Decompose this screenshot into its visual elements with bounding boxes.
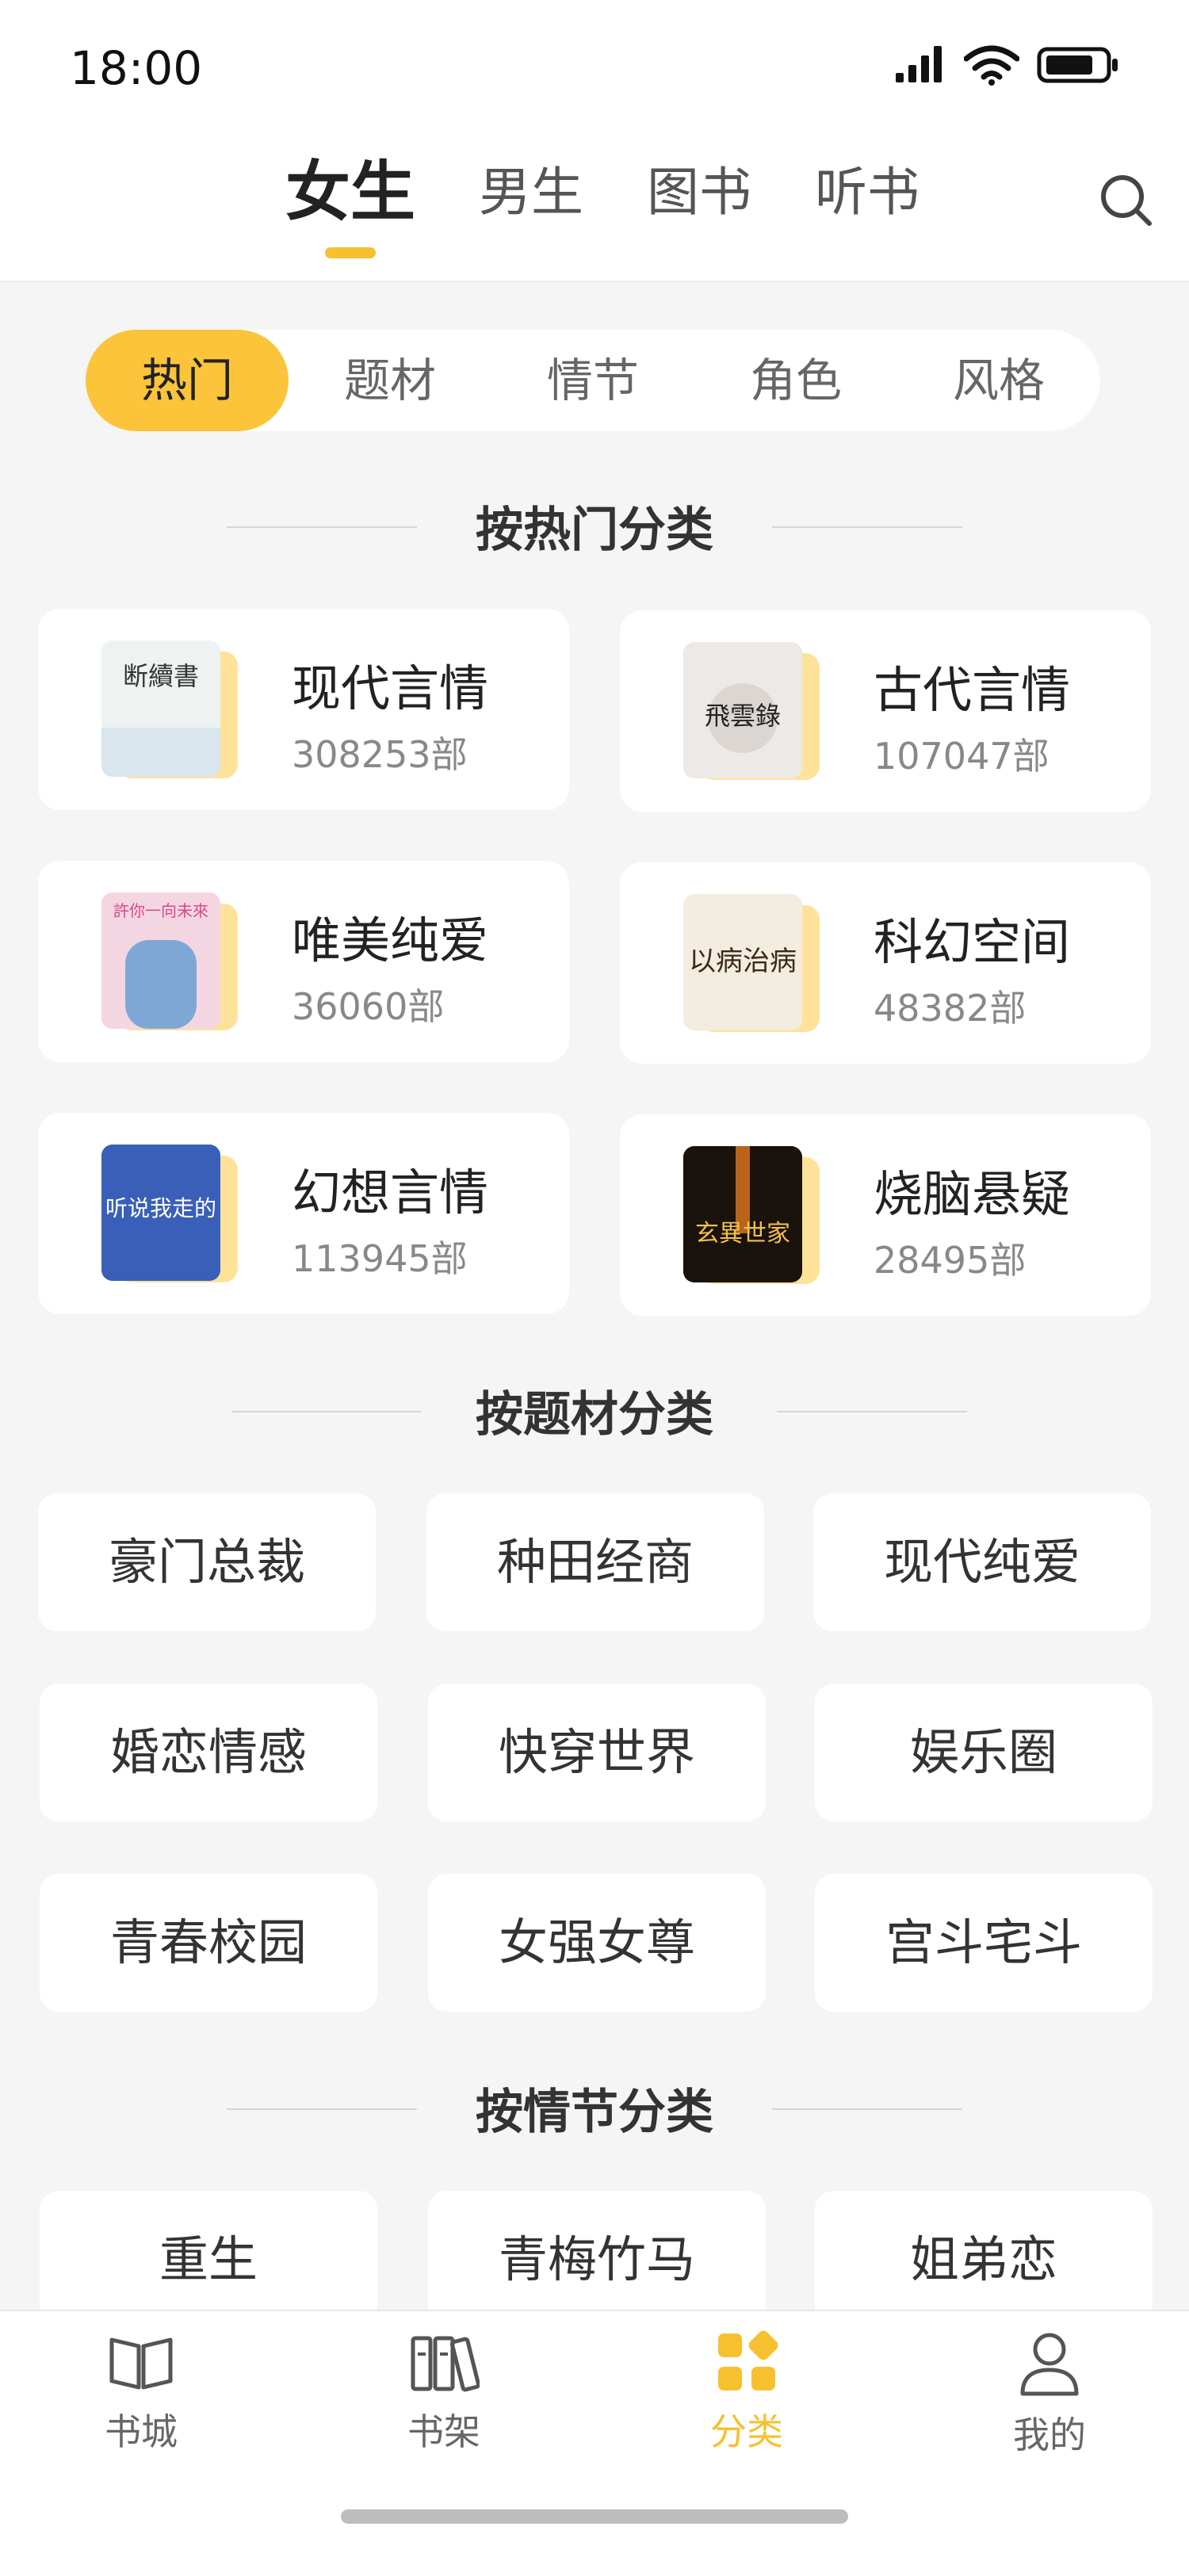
category-name: 古代言情 bbox=[874, 661, 1071, 719]
category-name: 现代言情 bbox=[292, 659, 489, 717]
theme-chip[interactable]: 娱乐圈 bbox=[815, 1684, 1153, 1821]
category-count: 113945部 bbox=[292, 1237, 468, 1280]
theme-chip[interactable]: 豪门总裁 bbox=[38, 1493, 376, 1631]
top-header: 女生 男生 图书 听书 bbox=[0, 135, 1189, 282]
book-cover: 許你一向未來 bbox=[101, 892, 220, 1029]
hot-category-card[interactable]: 許你一向未來 唯美纯爱 36060部 bbox=[38, 861, 569, 1062]
theme-chip[interactable]: 宫斗宅斗 bbox=[815, 1874, 1153, 2012]
nav-label: 书城 bbox=[105, 2410, 178, 2453]
nav-bookshelf[interactable]: 书架 bbox=[365, 2330, 523, 2456]
profile-icon bbox=[1020, 2333, 1079, 2396]
theme-chip[interactable]: 种田经商 bbox=[426, 1493, 764, 1631]
hot-category-card[interactable]: 飛雲錄 古代言情 107047部 bbox=[620, 610, 1151, 812]
plot-chip[interactable]: 重生 bbox=[40, 2191, 377, 2329]
hot-category-card[interactable]: 听说我走的 幻想言情 113945部 bbox=[38, 1113, 569, 1314]
book-cover: 断續書 bbox=[101, 640, 220, 777]
nav-label: 我的 bbox=[1013, 2414, 1086, 2456]
status-bar: 18:00 bbox=[0, 0, 1189, 135]
category-name: 唯美纯爱 bbox=[292, 912, 489, 969]
filter-segmented-control: 热门 题材 情节 角色 风格 bbox=[86, 330, 1100, 431]
category-name: 幻想言情 bbox=[292, 1164, 489, 1221]
category-count: 308253部 bbox=[292, 733, 468, 776]
section-title-hot-label: 按热门分类 bbox=[476, 503, 713, 558]
category-icon bbox=[718, 2330, 778, 2391]
tab-audio[interactable]: 听书 bbox=[815, 157, 919, 228]
nav-category[interactable]: 分类 bbox=[667, 2330, 826, 2456]
section-title-hot: 按热门分类 bbox=[0, 491, 1189, 560]
nav-label: 书架 bbox=[407, 2410, 480, 2453]
section-title-plot-label: 按情节分类 bbox=[476, 2085, 713, 2140]
cover-wrap: 玄異世家 bbox=[683, 1146, 820, 1287]
hot-category-card[interactable]: 断續書 现代言情 308253部 bbox=[38, 609, 569, 810]
status-icons bbox=[894, 44, 1119, 86]
nav-profile[interactable]: 我的 bbox=[970, 2330, 1129, 2459]
category-name: 科幻空间 bbox=[874, 913, 1071, 971]
home-indicator bbox=[341, 2509, 848, 2524]
book-cover: 听说我走的 bbox=[101, 1145, 220, 1281]
svg-text:以病治病: 以病治病 bbox=[689, 946, 797, 977]
theme-chip[interactable]: 青春校园 bbox=[40, 1874, 377, 2012]
status-time: 18:00 bbox=[70, 41, 203, 95]
cover-wrap: 断續書 bbox=[101, 640, 238, 782]
book-open-icon bbox=[109, 2337, 173, 2390]
cover-wrap: 以病治病 bbox=[683, 894, 820, 1035]
plot-chip[interactable]: 姐弟恋 bbox=[815, 2191, 1153, 2329]
theme-chip[interactable]: 现代纯爱 bbox=[813, 1493, 1151, 1631]
book-cover: 飛雲錄 bbox=[683, 642, 802, 778]
theme-chip[interactable]: 婚恋情感 bbox=[40, 1684, 377, 1821]
hot-category-card[interactable]: 玄異世家 烧脑悬疑 28495部 bbox=[620, 1114, 1151, 1316]
svg-text:听说我走的: 听说我走的 bbox=[105, 1195, 216, 1221]
svg-text:玄異世家: 玄異世家 bbox=[695, 1220, 790, 1248]
nav-bookstore[interactable]: 书城 bbox=[62, 2330, 220, 2456]
seg-hot[interactable]: 热门 bbox=[86, 330, 289, 431]
tab-books[interactable]: 图书 bbox=[647, 157, 751, 228]
cover-wrap: 飛雲錄 bbox=[683, 642, 820, 783]
seg-style[interactable]: 风格 bbox=[897, 330, 1100, 431]
book-cover: 以病治病 bbox=[683, 894, 802, 1030]
category-count: 36060部 bbox=[292, 985, 445, 1028]
battery-icon bbox=[1037, 47, 1118, 83]
bottom-nav: 书城 书架 分类 我的 bbox=[0, 2310, 1189, 2576]
category-count: 107047部 bbox=[874, 735, 1049, 778]
bookshelf-icon bbox=[411, 2336, 481, 2392]
channel-tabs: 女生 男生 图书 听书 bbox=[285, 157, 983, 228]
theme-chip[interactable]: 快穿世界 bbox=[428, 1684, 766, 1821]
cover-wrap: 听说我走的 bbox=[101, 1145, 238, 1286]
svg-text:飛雲錄: 飛雲錄 bbox=[705, 701, 781, 731]
theme-chip[interactable]: 女强女尊 bbox=[428, 1874, 766, 2012]
tab-female[interactable]: 女生 bbox=[285, 157, 415, 228]
signal-icon bbox=[896, 46, 942, 82]
category-name: 烧脑悬疑 bbox=[874, 1165, 1071, 1223]
section-title-theme: 按题材分类 bbox=[0, 1376, 1189, 1445]
tab-male[interactable]: 男生 bbox=[479, 157, 583, 228]
section-title-plot: 按情节分类 bbox=[0, 2073, 1189, 2142]
svg-text:断續書: 断續書 bbox=[123, 661, 199, 691]
seg-plot[interactable]: 情节 bbox=[491, 330, 694, 431]
hot-category-card[interactable]: 以病治病 科幻空间 48382部 bbox=[620, 862, 1151, 1064]
section-title-theme-label: 按题材分类 bbox=[476, 1387, 713, 1443]
search-icon[interactable] bbox=[1094, 168, 1157, 231]
plot-chip[interactable]: 青梅竹马 bbox=[428, 2191, 766, 2329]
category-count: 48382部 bbox=[874, 987, 1027, 1030]
seg-theme[interactable]: 题材 bbox=[289, 330, 491, 431]
cover-wrap: 許你一向未來 bbox=[101, 892, 238, 1034]
book-cover: 玄異世家 bbox=[683, 1146, 802, 1282]
category-count: 28495部 bbox=[874, 1239, 1027, 1282]
nav-label: 分类 bbox=[710, 2410, 783, 2453]
svg-text:許你一向未來: 許你一向未來 bbox=[113, 901, 208, 920]
seg-role[interactable]: 角色 bbox=[694, 330, 897, 431]
wifi-icon bbox=[964, 45, 1019, 86]
